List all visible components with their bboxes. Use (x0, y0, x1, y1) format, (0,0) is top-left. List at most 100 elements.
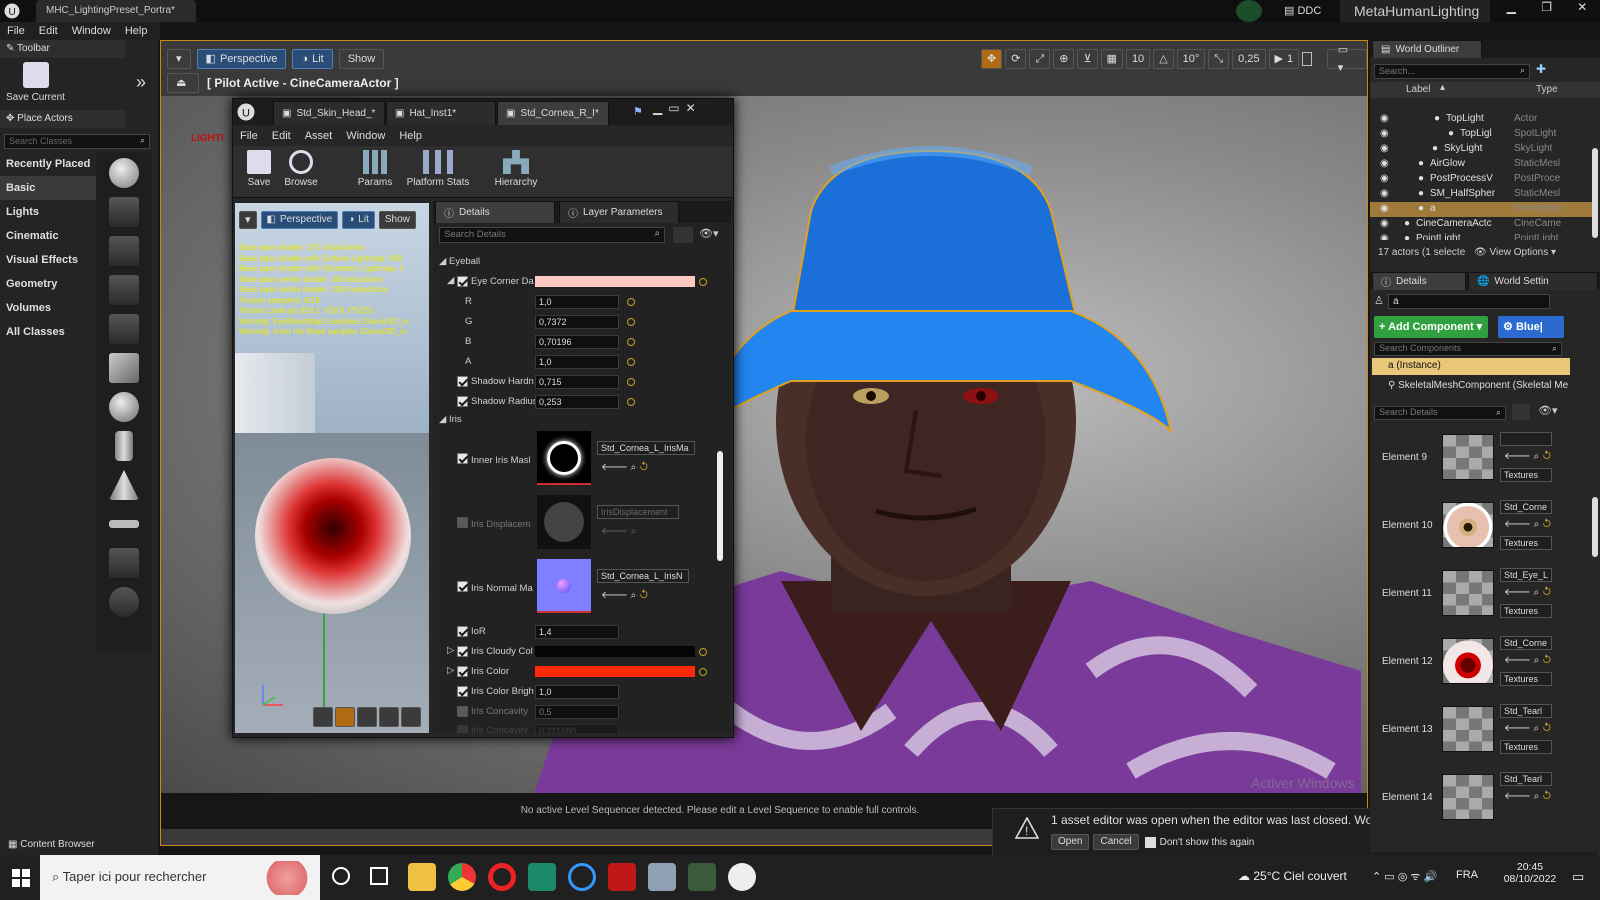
camera-speed-button[interactable]: ▶ 1 (1268, 49, 1300, 69)
tab-hat[interactable]: ▣ Hat_Inst1* (386, 101, 496, 125)
tab-world-outliner[interactable]: ▤ World Outliner (1372, 40, 1482, 58)
iris-partial-checkbox[interactable] (457, 725, 468, 733)
reset-icon[interactable] (627, 398, 635, 406)
visibility-eye-icon[interactable]: ◉ (1380, 233, 1389, 240)
b-value-field[interactable]: 0,70196 (535, 335, 619, 349)
inner-iris-checkbox[interactable] (457, 453, 468, 464)
preview-mesh-icon[interactable] (401, 707, 421, 727)
actor-sphere-shape-icon[interactable] (96, 392, 152, 422)
search-components-input[interactable]: Search Components ⌕ (1374, 342, 1562, 356)
world-space-icon[interactable]: ⊕ (1053, 49, 1075, 69)
task-view-icon[interactable] (370, 867, 388, 885)
reset-icon[interactable] (627, 318, 635, 326)
material-thumbnail[interactable] (1442, 434, 1494, 480)
iris-brightness-checkbox[interactable] (457, 686, 468, 697)
preview-plane-icon[interactable] (357, 707, 377, 727)
perspective-button[interactable]: ◧ Perspective (196, 49, 287, 69)
category-basic[interactable]: Basic (0, 176, 96, 200)
actor-player-start-icon[interactable] (96, 314, 152, 344)
taskbar-search[interactable]: ⌕ Taper ici pour rechercher (40, 855, 320, 900)
app-c-icon[interactable] (568, 863, 596, 891)
material-dropdown[interactable] (1500, 432, 1552, 446)
iris-color-checkbox[interactable] (457, 666, 468, 677)
iris-displacement-thumbnail[interactable] (537, 495, 591, 549)
type-column-header[interactable]: Type (1536, 84, 1558, 95)
material-thumbnail[interactable] (1442, 774, 1494, 820)
iris-brightness-field[interactable]: 1,0 (535, 685, 619, 699)
actor-cube-icon[interactable] (96, 353, 152, 383)
eye-corner-checkbox[interactable] (457, 276, 468, 287)
outliner-scrollbar[interactable] (1592, 148, 1598, 238)
details-scrollbar[interactable] (717, 451, 723, 561)
g-value-field[interactable]: 0,7372 (535, 315, 619, 329)
asset-picker-icons[interactable]: 🡐 ⌕ ↺ (601, 461, 649, 473)
expand-toolbar-icon[interactable]: » (136, 72, 146, 93)
shadow-hardness-checkbox[interactable] (457, 376, 468, 387)
expand-icon[interactable]: ▷ (447, 645, 454, 656)
eye-visibility-icon[interactable]: 👁▾ (1538, 404, 1558, 417)
actor-sphere-icon[interactable] (96, 158, 152, 188)
search-details-input[interactable]: Search Details ⌕ (1374, 406, 1506, 420)
ior-field[interactable]: 1,4 (535, 625, 619, 639)
editor-menu-edit[interactable]: Edit (265, 127, 298, 142)
textures-dropdown[interactable]: Textures (1500, 536, 1552, 550)
app-active-icon[interactable] (688, 863, 716, 891)
outliner-search-input[interactable]: Search... ⌕ (1374, 64, 1530, 79)
eye-corner-color-swatch[interactable] (535, 276, 695, 287)
actor-name-field[interactable]: a (1388, 294, 1550, 309)
label-column-header[interactable]: Label (1406, 84, 1430, 95)
params-button[interactable]: Params (353, 150, 397, 188)
app-red-icon[interactable] (608, 863, 636, 891)
iris-displacement-dropdown[interactable]: IrisDisplacement (597, 505, 679, 519)
maximize-viewport-icon[interactable] (1302, 52, 1312, 66)
actor-character-icon[interactable] (96, 197, 152, 227)
iris-concavity-field[interactable]: 0,5 (535, 705, 619, 719)
material-dropdown[interactable]: Std_Corne (1500, 500, 1552, 514)
preview-perspective-button[interactable]: ◧ Perspective (260, 211, 339, 229)
visibility-eye-icon[interactable]: ◉ (1380, 203, 1389, 214)
material-thumbnail[interactable] (1442, 570, 1494, 616)
actor-light-icon[interactable] (96, 275, 152, 305)
category-geometry[interactable]: Geometry (0, 272, 96, 296)
outliner-row[interactable]: ◉ ● a SkeletalMe (1370, 202, 1592, 217)
browse-button[interactable]: Browse (281, 150, 321, 188)
asset-picker-icons[interactable]: 🡐 ⌕ ↺ (1504, 586, 1552, 598)
level-tab[interactable]: MHC_LightingPreset_Portra* (36, 0, 196, 22)
skeletal-mesh-component-row[interactable]: ⚲ SkeletalMeshComponent (Skeletal Me (1388, 380, 1568, 391)
metahuman-creator-icon[interactable] (528, 863, 556, 891)
details-search-input[interactable]: Search Details ⌕ (439, 227, 665, 243)
category-all-classes[interactable]: All Classes (0, 320, 96, 344)
category-cinematic[interactable]: Cinematic (0, 224, 96, 248)
material-thumbnail[interactable] (1442, 638, 1494, 684)
iris-displacement-checkbox[interactable] (457, 517, 468, 528)
eyeball-section-header[interactable]: ◢ Eyeball (433, 253, 715, 271)
dont-show-checkbox[interactable] (1144, 836, 1156, 848)
platform-stats-button[interactable]: Platform Stats (403, 150, 473, 188)
add-component-button[interactable]: + Add Component ▾ (1374, 316, 1488, 338)
inner-iris-thumbnail[interactable] (537, 431, 591, 485)
material-thumbnail[interactable] (1442, 706, 1494, 752)
editor-menu-asset[interactable]: Asset (298, 127, 340, 142)
preview-cylinder-icon[interactable] (313, 707, 333, 727)
tab-details[interactable]: ⓘ Details (435, 201, 555, 223)
material-dropdown[interactable]: Std_Eye_L (1500, 568, 1552, 582)
outliner-row[interactable]: ◉ ● TopLigl SpotLight (1370, 127, 1592, 142)
hierarchy-button[interactable]: Hierarchy (491, 150, 541, 188)
scale-snap-icon[interactable]: ⤡ (1208, 49, 1230, 69)
editor-minimize-icon[interactable]: ▁ (653, 101, 662, 115)
outliner-row[interactable]: ◉ ● PointLight PointLight (1370, 232, 1592, 240)
visibility-eye-icon[interactable]: ◉ (1380, 173, 1389, 184)
textures-dropdown[interactable]: Textures (1500, 604, 1552, 618)
visibility-eye-icon[interactable]: ◉ (1380, 143, 1389, 154)
details-panel-scrollbar[interactable] (1592, 497, 1598, 557)
r-value-field[interactable]: 1,0 (535, 295, 619, 309)
language-indicator[interactable]: FRA (1456, 869, 1478, 881)
textures-dropdown[interactable]: Textures (1500, 468, 1552, 482)
expand-icon[interactable]: ◢ (447, 275, 454, 286)
reset-icon[interactable] (699, 668, 707, 676)
asset-picker-icons[interactable]: 🡐 ⌕ ↺ (601, 589, 649, 601)
unreal-engine-taskbar-icon[interactable] (728, 863, 756, 891)
minimize-icon[interactable]: ▁ (1507, 0, 1516, 22)
file-explorer-icon[interactable] (408, 863, 436, 891)
chrome-icon[interactable] (448, 863, 476, 891)
